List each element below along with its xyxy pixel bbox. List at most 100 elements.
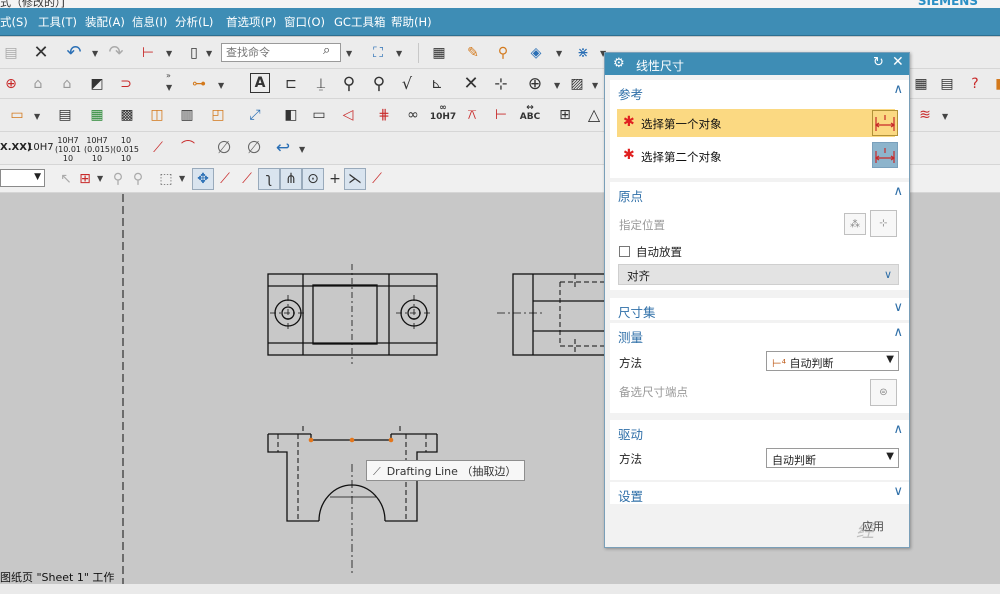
dimension-dropdown-icon[interactable]: ▼: [166, 49, 172, 58]
fit-view-icon[interactable]: ⛶: [367, 42, 389, 64]
image-dropdown-icon[interactable]: ▼: [592, 81, 598, 90]
triangle-icon[interactable]: △: [583, 104, 605, 126]
section-dimset-header[interactable]: 尺寸集 ∨: [610, 298, 909, 320]
table-note-icon[interactable]: ▤: [54, 104, 76, 126]
add-select-dropdown-icon[interactable]: ▼: [97, 174, 103, 183]
end-point-icon[interactable]: ⟋: [214, 168, 236, 190]
rect-select-dropdown-icon[interactable]: ▼: [179, 174, 185, 183]
point-dropdown-icon[interactable]: ▼: [554, 81, 560, 90]
feature-frame-icon[interactable]: ⊏: [280, 73, 302, 95]
side-view[interactable]: [497, 273, 606, 356]
axis-icon[interactable]: ⤢: [244, 104, 266, 126]
apply-button[interactable]: 应用: [862, 518, 884, 534]
section-settings-header[interactable]: 设置 ∨: [610, 482, 909, 504]
edit-text-icon[interactable]: ◰: [207, 104, 229, 126]
reset-icon[interactable]: ↻: [873, 55, 884, 70]
snap-dropdown-icon[interactable]: ▼: [556, 49, 562, 58]
origin-point-icon[interactable]: ⊹: [870, 210, 897, 237]
datum-icon[interactable]: ⍊: [310, 73, 332, 95]
intersection-icon[interactable]: ✕: [460, 73, 482, 95]
arc-center-icon[interactable]: ⊙: [302, 168, 324, 190]
palette-icon[interactable]: ▦: [910, 73, 932, 95]
back-icon[interactable]: ◁: [337, 104, 359, 126]
balloon-icon[interactable]: ⚲: [368, 73, 390, 95]
image-icon[interactable]: ▨: [566, 73, 588, 95]
front-view[interactable]: [267, 426, 438, 574]
snap-all-icon[interactable]: ✥: [192, 168, 214, 190]
select-second-object-row[interactable]: ✱ 选择第二个对象: [617, 142, 895, 170]
surface-finish-icon[interactable]: √: [396, 73, 418, 95]
menu-info[interactable]: 信息(I): [132, 14, 167, 30]
measure-icon[interactable]: ⚲: [492, 42, 514, 64]
selection-filter-select[interactable]: ▼: [0, 169, 45, 187]
weld-icon[interactable]: ⊾: [426, 73, 448, 95]
auto-place-checkbox[interactable]: [619, 246, 630, 257]
color-icon[interactable]: ▮: [988, 73, 1000, 95]
filter-alt-icon[interactable]: ⚲: [127, 168, 149, 190]
fit-tolerance-icon[interactable]: ∞ 10H7: [430, 102, 456, 124]
menu-format[interactable]: 式(S): [0, 14, 28, 30]
more-tools-dropdown-icon[interactable]: ▼: [166, 83, 172, 92]
fit-10h7-icon[interactable]: 10H7: [27, 143, 54, 153]
return-icon[interactable]: ↩: [272, 137, 294, 159]
select-first-object-row[interactable]: ✱ 选择第一个对象: [617, 109, 895, 137]
thread-icon[interactable]: ∞: [402, 104, 424, 126]
undo-icon[interactable]: ↶: [63, 42, 85, 64]
tabular-note-icon[interactable]: ◫: [146, 104, 168, 126]
ordinate-icon[interactable]: ⊢: [490, 104, 512, 126]
menu-preferences[interactable]: 首选项(P): [226, 14, 276, 30]
projected-view-icon[interactable]: ⌂: [56, 73, 78, 95]
bom-icon[interactable]: ▥: [176, 104, 198, 126]
measure-method-select[interactable]: ⊢⁴ 自动判断 ▼: [766, 351, 899, 371]
text-box-icon[interactable]: ▭: [6, 104, 28, 126]
grid-snap-icon[interactable]: ⋇: [572, 42, 594, 64]
second-object-selector-icon[interactable]: [872, 142, 898, 168]
note-icon[interactable]: A: [250, 73, 270, 93]
detail-view-icon[interactable]: ⊃: [115, 73, 137, 95]
tangent-icon[interactable]: ⋋: [344, 168, 366, 190]
spring-icon[interactable]: ≋: [914, 104, 936, 126]
diameter-alt-icon[interactable]: ∅: [243, 137, 265, 159]
radius-icon[interactable]: ⟋: [147, 137, 169, 159]
crosshair-icon[interactable]: ⊹: [490, 73, 512, 95]
drive-method-select[interactable]: 自动判断 ▼: [766, 448, 899, 468]
section-measure-header[interactable]: 测量 ∧: [610, 323, 909, 345]
point-on-curve-icon[interactable]: +: [324, 168, 346, 190]
section-reference-header[interactable]: 参考 ∧: [610, 80, 909, 102]
paste-icon[interactable]: ▤: [0, 42, 22, 64]
fit-tolerance-c-icon[interactable]: 10 (0.015 10: [113, 136, 139, 163]
add-select-icon[interactable]: ⊞: [74, 168, 96, 190]
rect-select-icon[interactable]: ⬚: [155, 168, 177, 190]
diameter-icon[interactable]: ∅: [213, 137, 235, 159]
more-tools-icon[interactable]: »: [166, 71, 171, 80]
text-origin-icon[interactable]: ⁂: [844, 213, 866, 235]
quick-dimension-icon[interactable]: ⊢: [137, 42, 159, 64]
section-driving-header[interactable]: 驱动 ∧: [610, 420, 909, 442]
command-dropdown-icon[interactable]: ▼: [206, 49, 212, 58]
alt-endpoint-icon[interactable]: ⊜: [870, 379, 897, 406]
redo-icon[interactable]: ↷: [105, 42, 127, 64]
menu-help[interactable]: 帮助(H): [391, 14, 432, 30]
text-dropdown-icon[interactable]: ▼: [34, 112, 40, 121]
bounded-icon[interactable]: ⟋: [366, 168, 388, 190]
hole-table-icon[interactable]: ▩: [116, 104, 138, 126]
radius-dim-icon[interactable]: ⌒: [177, 137, 199, 159]
menu-assembly[interactable]: 装配(A): [85, 14, 125, 30]
snap-icon[interactable]: ◈: [525, 42, 547, 64]
filter-icon[interactable]: ⚲: [107, 168, 129, 190]
menu-tools[interactable]: 工具(T): [38, 14, 77, 30]
undo-dropdown-icon[interactable]: ▼: [92, 49, 98, 58]
section-view-icon[interactable]: ◩: [86, 73, 108, 95]
hole-callout-icon[interactable]: ⋕: [373, 104, 395, 126]
menu-gc-toolbox[interactable]: GC工具箱: [334, 14, 385, 30]
return-dropdown-icon[interactable]: ▼: [299, 145, 305, 154]
center-mark-icon[interactable]: ⊕: [0, 73, 22, 95]
control-point-icon[interactable]: ʅ: [258, 168, 280, 190]
layer-icon[interactable]: ▦: [428, 42, 450, 64]
view-create-icon[interactable]: ⌂: [27, 73, 49, 95]
dimension-chain-icon[interactable]: ⊞: [554, 104, 576, 126]
border-icon[interactable]: ▭: [308, 104, 330, 126]
text-dimension-icon[interactable]: ↔ ABC: [518, 102, 542, 124]
align-select[interactable]: 对齐 ∨: [618, 264, 899, 285]
fit-tolerance-b-icon[interactable]: 10H7 (0.015) 10: [84, 136, 113, 163]
